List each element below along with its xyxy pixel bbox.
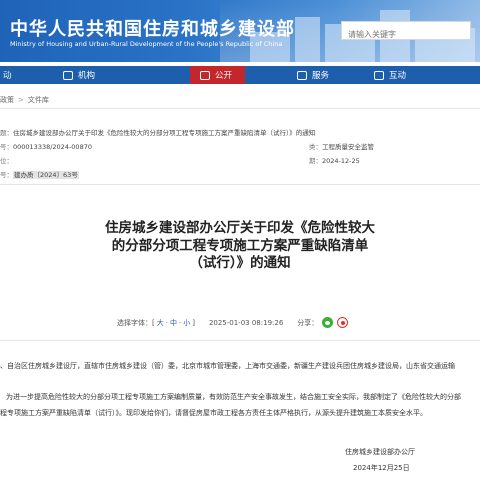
meta-date-label: 期：	[309, 157, 322, 165]
meta-date: 期：2024-12-25	[309, 155, 360, 165]
share-label: 分享：	[297, 318, 319, 327]
meta-date-value: 2024-12-25	[322, 157, 360, 165]
meta-docno-label: 号：	[0, 171, 13, 179]
font-size-label: 选择字体：	[117, 318, 152, 327]
building-icon	[63, 70, 73, 80]
recipients-line: 、自治区住房城乡建设厅，直辖市住房城乡建设（管）委，北京市城市管理委，上海市交通…	[0, 362, 455, 370]
site-domain: .cn	[3, 71, 13, 78]
divider	[0, 340, 480, 341]
article-info-bar: 选择字体： [ 大 · 中 · 小 ] 2025-01-03 08:19:26 分享：	[117, 317, 349, 328]
nav-item-service-label: 服务	[312, 71, 330, 81]
meta-category: 类：工程质量安全监管	[309, 141, 374, 151]
publish-time: 2025-01-03 08:19:26	[208, 318, 284, 327]
breadcrumb: 政策 > 文件库	[0, 95, 49, 105]
breadcrumb-separator: >	[18, 96, 24, 104]
meta-index-value: 000013338/2024-00870	[13, 143, 92, 151]
nav-item-service[interactable]: 服务	[295, 66, 345, 84]
nav-item-interact[interactable]: 互动	[372, 66, 422, 84]
meta-issuer-row: 位：	[0, 155, 13, 165]
nav-item-org[interactable]: 机构	[59, 66, 109, 84]
search-input[interactable]	[342, 26, 470, 43]
document-icon	[200, 70, 210, 80]
font-size-medium[interactable]: 中	[170, 318, 177, 328]
bracket-close: ]	[192, 318, 195, 327]
bracket-open: [	[152, 318, 155, 327]
sign-date: 2024年12月25日	[353, 464, 410, 472]
nav-item-public-label: 公开	[215, 71, 233, 81]
meta-index-row: 号：000013338/2024-00870	[0, 141, 92, 151]
main-nav: 动 机构 公开 服务 互动	[0, 66, 480, 84]
nav-item-interact-label: 互动	[389, 71, 407, 81]
divider	[0, 184, 480, 185]
meta-docno-value: 建办质〔2024〕63号	[13, 171, 79, 179]
site-subtitle: Ministry of Housing and Urban-Rural Deve…	[10, 40, 283, 48]
meta-category-value: 工程质量安全监管	[322, 143, 374, 151]
meta-issuer-label: 位：	[0, 157, 13, 165]
breadcrumb-item[interactable]: 文件库	[28, 96, 49, 104]
meta-title-value: 住房城乡建设部办公厅关于印发《危险性较大的分部分项工程专项施工方案严重缺陷清单（…	[13, 129, 316, 137]
article-title: 住房城乡建设部办公厅关于印发《危险性较大的分部分项工程专项施工方案严重缺陷清单（…	[105, 220, 375, 271]
paragraph-line: 程专项施工方案严重缺陷清单（试行）》。现印发给你们，请督促房屋市政工程各方责任主…	[0, 409, 427, 417]
font-size-large[interactable]: 大	[157, 318, 164, 328]
wechat-share-icon[interactable]	[322, 317, 334, 328]
search-box[interactable]	[341, 21, 471, 43]
meta-docno-row: 号：建办质〔2024〕63号	[0, 169, 79, 179]
nav-item-org-label: 机构	[78, 71, 96, 81]
nav-item-public[interactable]: 公开	[190, 66, 245, 84]
meta-category-label: 类：	[309, 143, 322, 151]
weibo-share-icon[interactable]	[337, 317, 349, 328]
font-size-small[interactable]: 小	[183, 318, 190, 328]
meta-index-label: 号：	[0, 143, 13, 151]
paragraph-line: 为进一步提高危险性较大的分部分项工程专项施工方案编制质量，有效防范生产安全事故发…	[6, 393, 461, 401]
meta-title-row: 题：住房城乡建设部办公厅关于印发《危险性较大的分部分项工程专项施工方案严重缺陷清…	[0, 127, 315, 137]
signature: 住房城乡建设部办公厅	[345, 448, 415, 456]
chat-icon	[374, 70, 384, 80]
divider	[0, 108, 480, 109]
meta-title-label: 题：	[0, 129, 13, 137]
breadcrumb-item[interactable]: 政策	[0, 96, 14, 104]
site-title: 中华人民共和国住房和城乡建设部	[10, 19, 295, 40]
service-icon	[297, 70, 307, 80]
